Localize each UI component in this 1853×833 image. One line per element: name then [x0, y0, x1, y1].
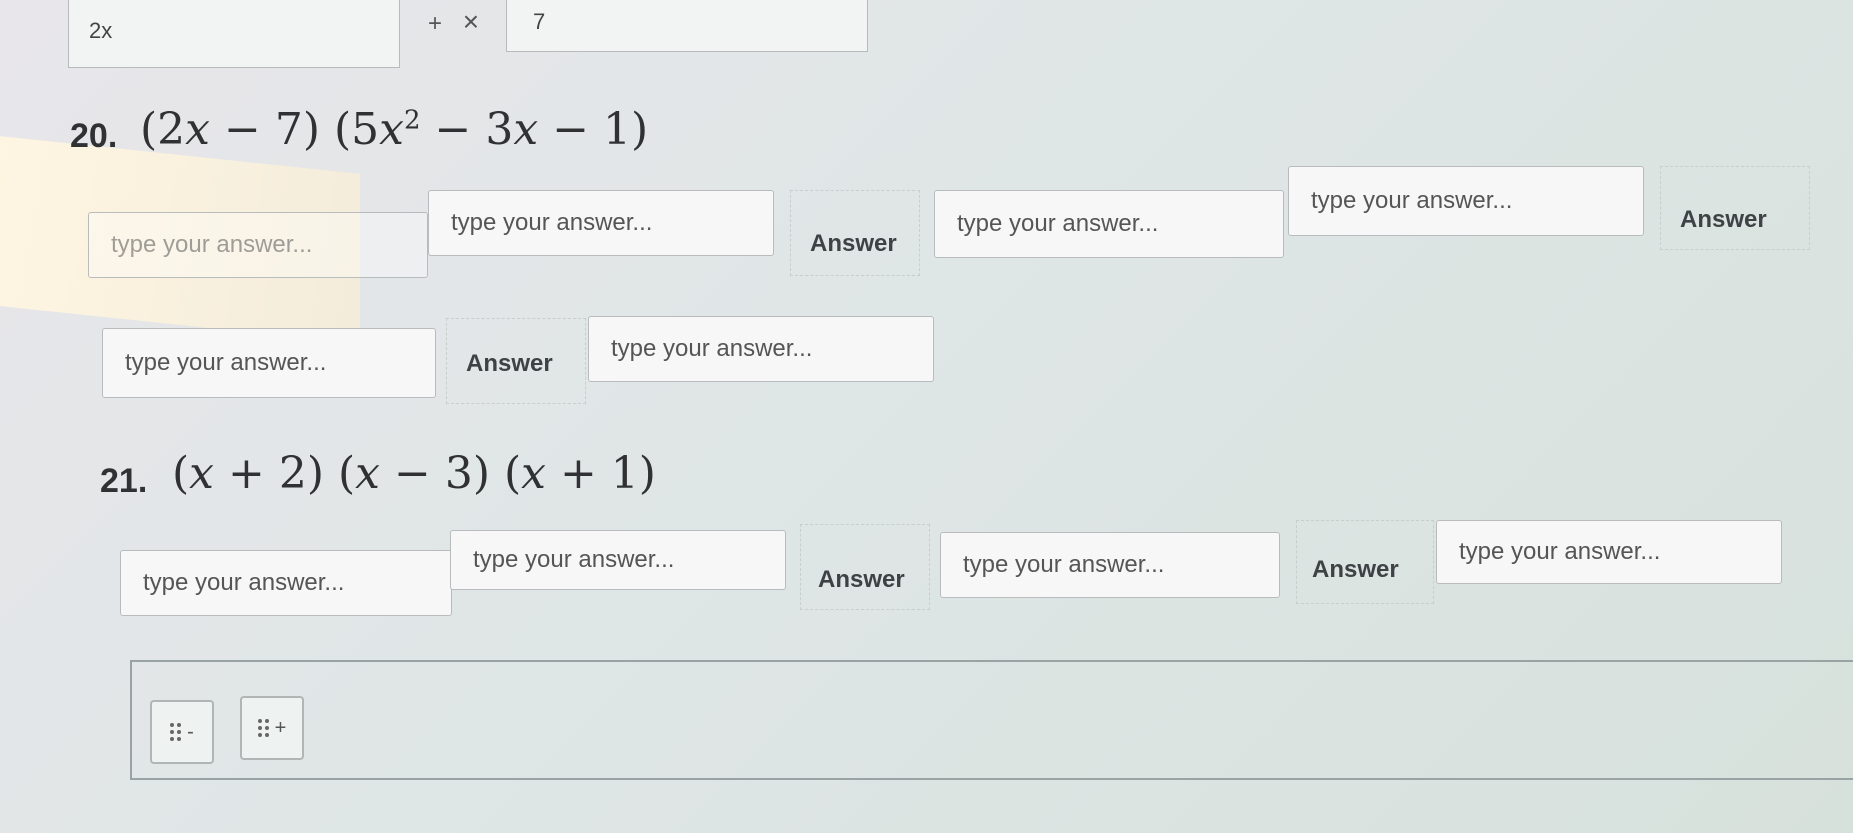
- add-row-button[interactable]: +: [240, 696, 304, 760]
- input-placeholder: type your answer...: [957, 210, 1159, 237]
- input-placeholder: type your answer...: [1459, 538, 1661, 565]
- top-field-left[interactable]: 2x: [68, 0, 400, 68]
- panel-left-border: [130, 660, 132, 780]
- p21-answer-input-1[interactable]: type your answer...: [120, 550, 452, 616]
- minus-icon: -: [187, 720, 194, 743]
- drag-handle-icon: [257, 719, 269, 737]
- problem-21-expression: (x + 2) (x − 3) (x + 1): [172, 448, 656, 499]
- input-placeholder: type your answer...: [111, 231, 313, 258]
- input-placeholder: type your answer...: [143, 569, 345, 596]
- p20-answer-label-2: Answer: [1680, 206, 1767, 233]
- p20-answer-label-3: Answer: [466, 350, 553, 377]
- p21-answer-label-1: Answer: [818, 566, 905, 593]
- input-placeholder: type your answer...: [611, 335, 813, 362]
- p20-answer-input-5[interactable]: type your answer...: [102, 328, 436, 398]
- problem-20-number: 20.: [70, 117, 118, 155]
- input-placeholder: type your answer...: [125, 349, 327, 376]
- panel-bottom-border: [130, 778, 1853, 780]
- problem-21-number: 21.: [100, 462, 148, 500]
- top-operator-group: + ×: [428, 6, 479, 38]
- p20-answer-input-2[interactable]: type your answer...: [428, 190, 774, 256]
- p20-answer-input-4[interactable]: type your answer...: [1288, 166, 1644, 236]
- input-placeholder: type your answer...: [1311, 187, 1513, 214]
- p20-answer-input-6[interactable]: type your answer...: [588, 316, 934, 382]
- p20-answer-input-3[interactable]: type your answer...: [934, 190, 1284, 258]
- plus-icon: +: [274, 716, 287, 739]
- top-field-right[interactable]: 7: [506, 0, 868, 52]
- times-icon[interactable]: ×: [463, 6, 479, 37]
- top-field-left-value: 2x: [89, 18, 113, 43]
- p21-answer-input-2[interactable]: type your answer...: [450, 530, 786, 590]
- p21-answer-label-2: Answer: [1312, 556, 1399, 583]
- p20-answer-input-1[interactable]: type your answer...: [88, 212, 428, 278]
- p21-answer-input-3[interactable]: type your answer...: [940, 532, 1280, 598]
- panel-top-border: [130, 660, 1853, 662]
- p21-answer-input-4[interactable]: type your answer...: [1436, 520, 1782, 584]
- input-placeholder: type your answer...: [451, 209, 653, 236]
- top-field-right-value: 7: [533, 9, 546, 34]
- plus-symbol: +: [428, 10, 443, 37]
- input-placeholder: type your answer...: [473, 546, 675, 573]
- input-placeholder: type your answer...: [963, 551, 1165, 578]
- p20-answer-label-1: Answer: [810, 230, 897, 257]
- drag-handle-icon: [170, 723, 182, 741]
- remove-row-button[interactable]: -: [150, 700, 214, 764]
- problem-20-expression: (2x − 7) (5x2 − 3x − 1): [140, 104, 649, 155]
